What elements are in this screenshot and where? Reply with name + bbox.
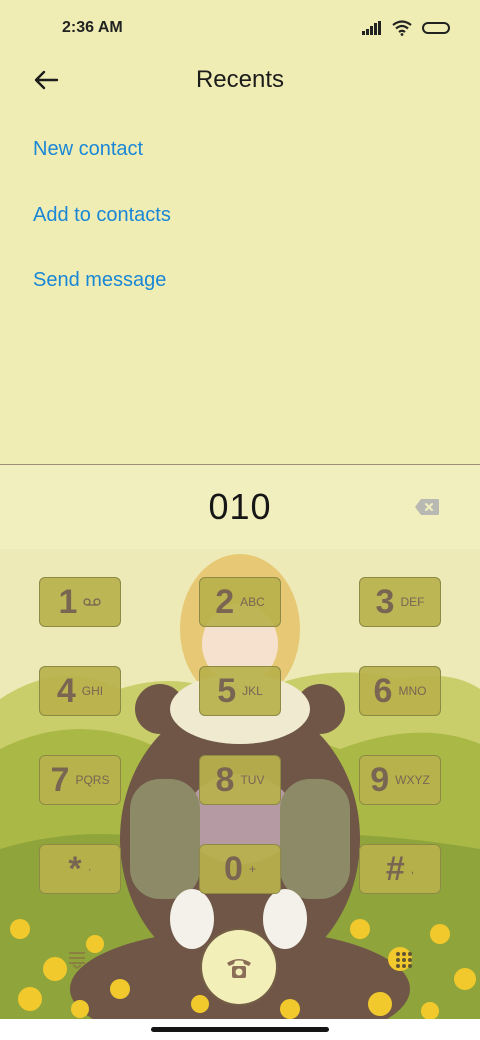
key-6[interactable]: 6 MNO: [359, 666, 441, 716]
key-digit: 6: [373, 671, 393, 710]
call-button[interactable]: [202, 930, 276, 1004]
key-digit: 4: [56, 671, 76, 710]
key-digit: 9: [370, 760, 390, 799]
key-digit: 8: [215, 760, 235, 799]
voicemail-icon: [83, 598, 102, 606]
battery-icon: [422, 22, 450, 34]
key-digit: 0: [224, 849, 243, 888]
status-time: 2:36 AM: [62, 19, 123, 36]
key-digit: #: [385, 849, 405, 888]
key-8[interactable]: 8 TUV: [199, 755, 281, 805]
key-star[interactable]: * ·: [39, 844, 121, 894]
key-4[interactable]: 4 GHI: [39, 666, 121, 716]
key-3[interactable]: 3 DEF: [359, 577, 441, 627]
key-7[interactable]: 7 PQRS: [39, 755, 121, 805]
key-0[interactable]: 0 +: [199, 844, 281, 894]
key-letters: +: [248, 862, 256, 876]
home-indicator[interactable]: [151, 1027, 329, 1032]
status-icons: [362, 20, 450, 36]
key-letters: JKL: [242, 684, 263, 698]
dialpad-grid-icon[interactable]: [395, 951, 413, 969]
dialed-number-row: 010: [0, 465, 480, 549]
key-letters: DEF: [400, 595, 425, 609]
dialed-number[interactable]: 010: [208, 486, 271, 528]
key-5[interactable]: 5 JKL: [199, 666, 281, 716]
navigation-bar: [0, 1019, 480, 1040]
phone-icon: [227, 959, 251, 978]
key-digit: 3: [375, 582, 395, 621]
key-letters: WXYZ: [395, 773, 430, 787]
key-digit: *: [68, 849, 82, 888]
key-hash[interactable]: # ,: [359, 844, 441, 894]
header: Recents: [0, 56, 480, 106]
page-title: Recents: [195, 66, 285, 93]
key-digit: 1: [58, 582, 78, 621]
status-bar: 2:36 AM: [0, 0, 480, 56]
key-digit: 7: [50, 760, 70, 799]
key-2[interactable]: 2 ABC: [199, 577, 281, 627]
key-letters: ,: [410, 862, 415, 876]
backspace-icon[interactable]: [414, 498, 440, 516]
send-message-link[interactable]: Send message: [33, 269, 166, 292]
key-1[interactable]: 1: [39, 577, 121, 627]
key-letters: ABC: [240, 595, 265, 609]
add-to-contacts-link[interactable]: Add to contacts: [33, 204, 171, 227]
key-9[interactable]: 9 WXYZ: [359, 755, 441, 805]
key-digit: 5: [217, 671, 237, 710]
wifi-icon: [392, 20, 412, 36]
key-letters: MNO: [398, 684, 427, 698]
new-contact-link[interactable]: New contact: [33, 138, 143, 161]
dialpad: 1 2 ABC 3 DEF 4 GHI 5 JKL 6 MNO 7 PQRS 8…: [0, 549, 480, 1019]
key-letters: GHI: [81, 684, 104, 698]
key-letters: PQRS: [75, 773, 110, 787]
collapse-dialpad-icon[interactable]: [68, 949, 86, 969]
key-digit: 2: [215, 582, 235, 621]
signal-icon: [362, 21, 381, 35]
key-letters: ·: [87, 862, 92, 876]
key-letters: TUV: [240, 773, 265, 787]
